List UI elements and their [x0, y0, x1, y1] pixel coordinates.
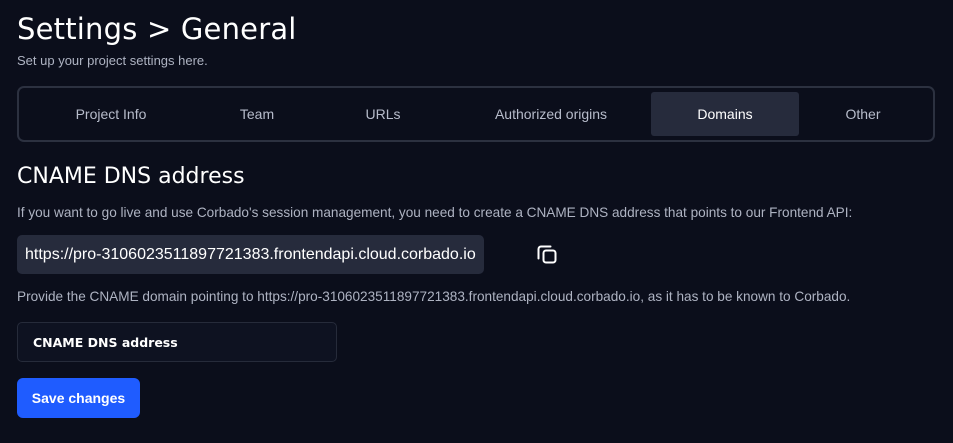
save-changes-button[interactable]: Save changes [17, 378, 140, 418]
cname-hint: Provide the CNAME domain pointing to htt… [17, 289, 851, 304]
copy-icon[interactable] [535, 242, 559, 266]
tab-team[interactable]: Team [199, 92, 315, 136]
tab-domains[interactable]: Domains [651, 92, 799, 136]
page-title: Settings > General [17, 12, 297, 46]
settings-tabs: Project Info Team URLs Authorized origin… [17, 86, 935, 142]
tab-project-info[interactable]: Project Info [23, 92, 199, 136]
tab-authorized-origins[interactable]: Authorized origins [451, 92, 651, 136]
tab-other[interactable]: Other [799, 92, 927, 136]
cname-section-description: If you want to go live and use Corbado's… [17, 205, 853, 220]
frontend-api-url: https://pro-3106023511897721383.frontend… [17, 235, 484, 274]
settings-page: Settings > General Set up your project s… [0, 0, 953, 443]
cname-dns-address-input[interactable] [17, 322, 337, 362]
tab-urls[interactable]: URLs [315, 92, 451, 136]
cname-section-title: CNAME DNS address [17, 164, 245, 189]
page-subtitle: Set up your project settings here. [17, 53, 208, 68]
